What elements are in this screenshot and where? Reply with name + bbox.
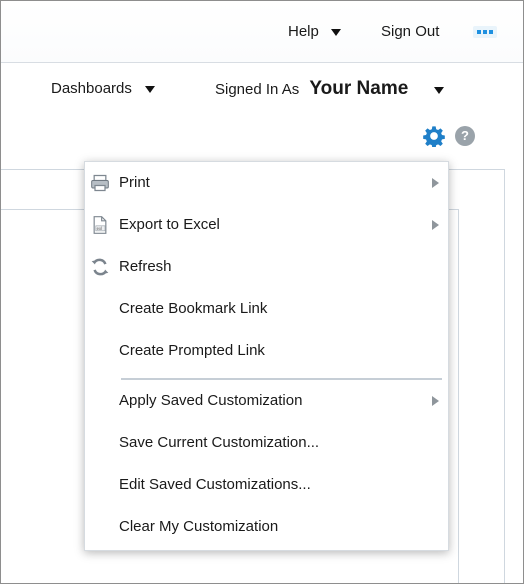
user-name: Your Name	[309, 78, 409, 99]
dashboards-label: Dashboards	[51, 80, 132, 97]
dashboards-chevron-down-icon	[145, 85, 156, 93]
menu-item-label: Save Current Customization...	[119, 434, 320, 451]
sign-out-link[interactable]: Sign Out	[381, 23, 439, 41]
menu-item-label: Refresh	[119, 258, 172, 275]
help-chevron-down-icon	[331, 28, 342, 36]
menu-item-print[interactable]: Print	[85, 162, 448, 204]
page-options-menu: Print exl Export to Excel Refresh Create…	[84, 161, 449, 551]
menu-item-clear-my-customization[interactable]: Clear My Customization	[85, 506, 448, 548]
menu-item-save-current-customization[interactable]: Save Current Customization...	[85, 422, 448, 464]
menu-item-label: Edit Saved Customizations...	[119, 476, 311, 493]
menu-item-create-bookmark-link[interactable]: Create Bookmark Link	[85, 288, 448, 330]
svg-text:exl: exl	[97, 226, 102, 231]
dashboard-page: Help Sign Out Dashboards Signed In As Yo…	[0, 0, 524, 584]
printer-icon	[91, 174, 109, 192]
page-options-gear-icon[interactable]	[423, 125, 445, 149]
user-chevron-down-icon	[434, 86, 445, 94]
submenu-arrow-icon	[432, 178, 439, 188]
excel-file-icon: exl	[93, 216, 107, 234]
menu-item-export-to-excel[interactable]: exl Export to Excel	[85, 204, 448, 246]
menu-item-label: Export to Excel	[119, 216, 220, 233]
dashboard-subheader: Dashboards Signed In As Your Name	[1, 63, 523, 123]
menu-item-label: Clear My Customization	[119, 518, 279, 535]
help-menu[interactable]: Help	[288, 23, 342, 41]
menu-item-refresh[interactable]: Refresh	[85, 246, 448, 288]
app-grid-icon[interactable]	[473, 26, 497, 38]
menu-item-create-prompted-link[interactable]: Create Prompted Link	[85, 330, 448, 372]
grid-dot-icon	[477, 30, 481, 34]
refresh-icon	[91, 258, 109, 276]
submenu-arrow-icon	[432, 396, 439, 406]
dashboards-menu[interactable]: Dashboards	[51, 79, 156, 99]
help-icon[interactable]: ?	[455, 126, 475, 146]
submenu-arrow-icon	[432, 220, 439, 230]
top-header-bar: Help Sign Out	[1, 1, 523, 63]
menu-item-label: Create Bookmark Link	[119, 300, 268, 317]
menu-item-apply-saved-customization[interactable]: Apply Saved Customization	[85, 380, 448, 422]
sign-out-label: Sign Out	[381, 23, 440, 40]
menu-item-label: Apply Saved Customization	[119, 392, 303, 409]
help-label: Help	[288, 23, 319, 40]
menu-item-edit-saved-customizations[interactable]: Edit Saved Customizations...	[85, 464, 448, 506]
menu-item-label: Create Prompted Link	[119, 342, 265, 359]
grid-dot-icon	[489, 30, 493, 34]
content-divider-vertical	[504, 169, 505, 583]
signed-in-as-label: Signed In As	[215, 81, 300, 98]
grid-dot-icon	[483, 30, 487, 34]
signed-in-user-menu[interactable]: Signed In As Your Name	[215, 78, 445, 100]
menu-item-label: Print	[119, 174, 150, 191]
